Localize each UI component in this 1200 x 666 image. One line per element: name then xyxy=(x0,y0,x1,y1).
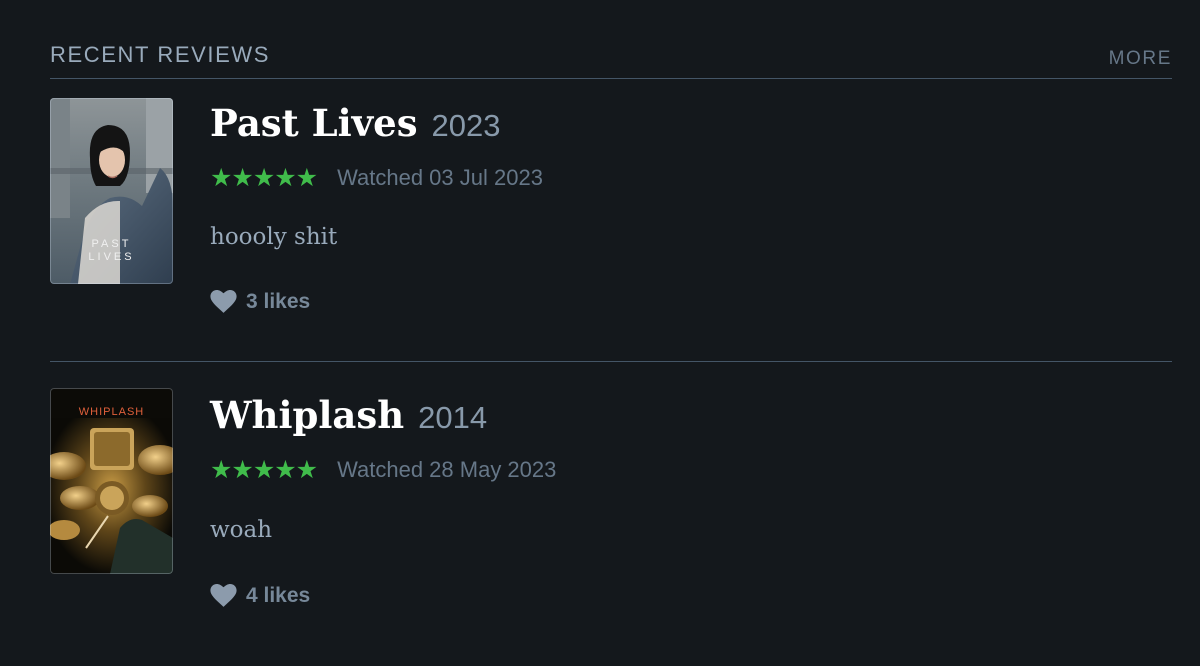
section-title: RECENT REVIEWS xyxy=(50,42,271,67)
review-text[interactable]: woah xyxy=(210,517,272,543)
film-title[interactable]: Past Lives xyxy=(210,101,418,145)
rating-stars: ★★★★★ xyxy=(210,163,318,192)
heart-icon xyxy=(210,290,237,313)
film-year[interactable]: 2023 xyxy=(432,108,501,143)
watched-date[interactable]: Watched 03 Jul 2023 xyxy=(337,165,543,191)
recent-reviews-section: RECENT REVIEWS MORE PAST LIVES Past Live… xyxy=(50,0,1172,654)
more-link[interactable]: MORE xyxy=(1109,48,1172,70)
poster-artwork: PAST LIVES xyxy=(50,98,173,284)
review-item: WHIPLASH Whiplash 2014 ★★★★★ Watched 28 … xyxy=(50,362,1172,654)
likes-count: 3 likes xyxy=(246,290,311,313)
section-header: RECENT REVIEWS MORE xyxy=(50,0,1172,79)
film-year[interactable]: 2014 xyxy=(418,400,487,435)
heart-icon xyxy=(210,584,237,607)
film-title[interactable]: Whiplash xyxy=(210,393,404,437)
review-headline: Whiplash 2014 xyxy=(210,393,487,437)
likes-link[interactable]: 3 likes xyxy=(210,290,310,314)
film-poster-past-lives[interactable]: PAST LIVES xyxy=(50,98,173,284)
poster-caption: LIVES xyxy=(88,251,134,263)
review-item: PAST LIVES Past Lives 2023 ★★★★★ Watched … xyxy=(50,79,1172,362)
review-meta: ★★★★★ Watched 03 Jul 2023 xyxy=(210,165,543,191)
poster-caption: PAST xyxy=(92,238,132,250)
review-text[interactable]: hoooly shit xyxy=(210,224,337,250)
rating-stars: ★★★★★ xyxy=(210,455,318,484)
poster-caption: WHIPLASH xyxy=(79,406,144,418)
poster-artwork: WHIPLASH xyxy=(50,388,173,574)
likes-count: 4 likes xyxy=(246,584,311,607)
review-meta: ★★★★★ Watched 28 May 2023 xyxy=(210,457,556,483)
likes-link[interactable]: 4 likes xyxy=(210,584,310,608)
film-poster-whiplash[interactable]: WHIPLASH xyxy=(50,388,173,574)
watched-date[interactable]: Watched 28 May 2023 xyxy=(337,457,556,483)
review-headline: Past Lives 2023 xyxy=(210,101,501,145)
